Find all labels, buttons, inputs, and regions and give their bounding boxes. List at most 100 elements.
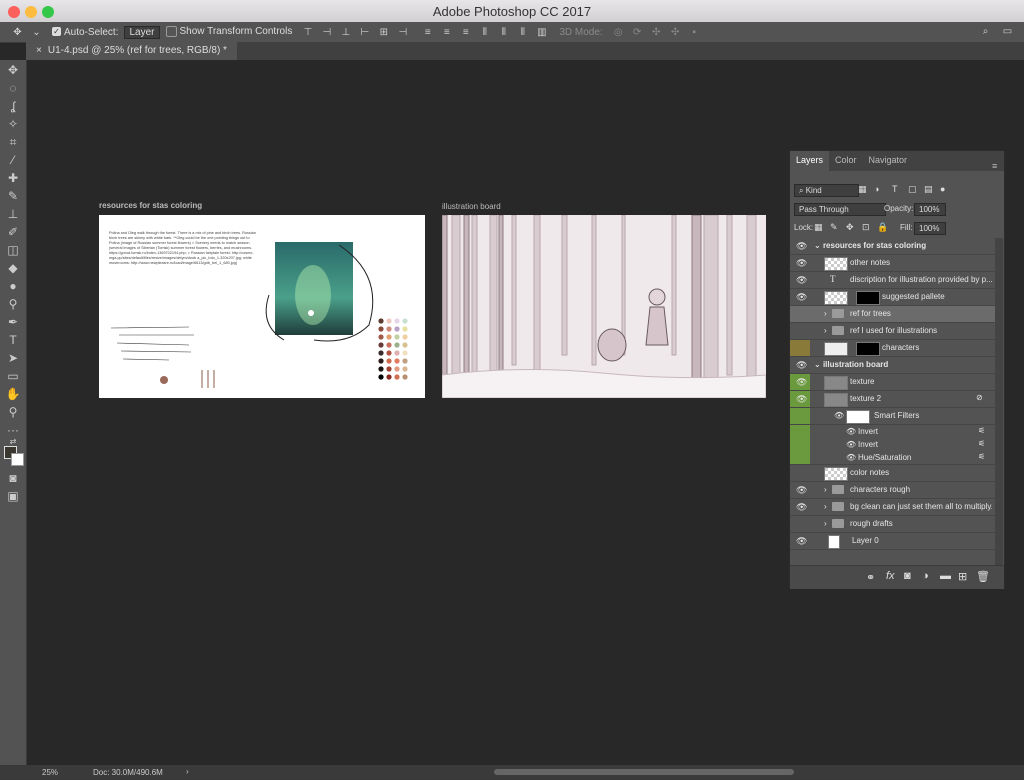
add-mask-icon[interactable]: ◙	[904, 570, 911, 582]
zoom-tool-icon[interactable]: ⚲	[5, 404, 21, 420]
lock-position-icon[interactable]: ✥	[846, 222, 854, 233]
lock-image-icon[interactable]: ✎	[830, 222, 838, 233]
tab-layers[interactable]: Layers	[790, 151, 830, 171]
kind-filter-dropdown[interactable]: ⌕ Kind	[794, 184, 859, 197]
crop-tool-icon[interactable]: ⌗	[5, 134, 21, 150]
3d-orbit-icon[interactable]: ◎	[613, 27, 624, 38]
path-selection-tool-icon[interactable]: ➤	[5, 350, 21, 366]
type-tool-icon[interactable]: T	[5, 332, 21, 348]
healing-brush-tool-icon[interactable]: ✚	[5, 170, 21, 186]
visibility-eye-icon[interactable]: 👁	[796, 394, 807, 404]
align-bottom-icon[interactable]: ⊥	[340, 27, 351, 38]
tool-preset-dropdown-icon[interactable]: ⌄	[31, 27, 42, 38]
layer-color-notes[interactable]: color notes	[790, 465, 995, 482]
layer-group-resources[interactable]: 👁 ⌄ resources for stas coloring	[790, 238, 995, 255]
layer-style-icon[interactable]: fx	[886, 570, 895, 582]
magic-wand-tool-icon[interactable]: ✧	[5, 116, 21, 132]
eraser-tool-icon[interactable]: ◫	[5, 242, 21, 258]
align-left-icon[interactable]: ⊢	[359, 27, 370, 38]
adjustment-layer-icon[interactable]: ◑	[922, 570, 929, 582]
distribute-hcenter-icon[interactable]: ⦀	[498, 27, 509, 38]
adjustment-filter-icon[interactable]: ◑	[874, 184, 879, 194]
blend-mode-dropdown[interactable]: Pass Through	[794, 203, 886, 216]
opacity-input[interactable]: 100%	[914, 203, 946, 216]
layer-other-notes[interactable]: 👁 other notes	[790, 255, 995, 272]
shape-filter-icon[interactable]: ▢	[908, 184, 917, 195]
blur-tool-icon[interactable]: ●	[5, 278, 21, 294]
layers-scrollbar[interactable]	[995, 238, 1003, 565]
background-color-swatch[interactable]	[11, 453, 24, 466]
expand-chevron-icon[interactable]: ›	[824, 485, 827, 494]
3d-drag-icon[interactable]: ✣	[651, 27, 662, 38]
layer-texture-2[interactable]: 👁 texture 2 ⊘	[790, 391, 995, 408]
filter-options-icon[interactable]: ⚟	[978, 439, 985, 448]
layer-0[interactable]: 👁 Layer 0	[790, 533, 995, 550]
fill-input[interactable]: 100%	[914, 222, 946, 235]
dodge-tool-icon[interactable]: ⚲	[5, 296, 21, 312]
layer-texture[interactable]: 👁 texture	[790, 374, 995, 391]
align-right-icon[interactable]: ⊣	[397, 27, 408, 38]
eyedropper-tool-icon[interactable]: ⁄	[5, 152, 21, 168]
expand-chevron-icon[interactable]: ›	[824, 502, 827, 511]
lock-artboard-icon[interactable]: ⊡	[862, 222, 870, 233]
tab-color[interactable]: Color	[829, 151, 863, 171]
visibility-eye-icon[interactable]: 👁	[796, 241, 807, 251]
auto-align-icon[interactable]: ▥	[536, 27, 547, 38]
smart-object-filter-icon[interactable]: ▤	[924, 184, 933, 195]
new-layer-icon[interactable]: ⊞	[958, 570, 967, 583]
pen-tool-icon[interactable]: ✒	[5, 314, 21, 330]
history-brush-tool-icon[interactable]: ✐	[5, 224, 21, 240]
align-top-icon[interactable]: ⊤	[302, 27, 313, 38]
clone-stamp-tool-icon[interactable]: ⊥	[5, 206, 21, 222]
expand-chevron-icon[interactable]: ›	[824, 326, 827, 335]
auto-select-dropdown[interactable]: Layer	[124, 25, 160, 39]
rectangle-tool-icon[interactable]: ▭	[5, 368, 21, 384]
lasso-tool-icon[interactable]: ʆ	[5, 98, 21, 114]
move-tool-icon[interactable]: ✥	[5, 62, 21, 78]
panel-menu-icon[interactable]: ≡	[992, 161, 997, 171]
distribute-right-icon[interactable]: ⦀	[517, 27, 528, 38]
visibility-eye-icon[interactable]: 👁	[796, 360, 807, 370]
link-layers-icon[interactable]: ⚭	[866, 571, 875, 584]
visibility-eye-icon[interactable]: 👁	[796, 258, 807, 268]
filter-invert-2[interactable]: 👁 Invert ⚟	[790, 438, 995, 451]
search-icon[interactable]: ⌕	[980, 26, 991, 37]
screen-mode-icon[interactable]: ▣	[5, 488, 21, 504]
expand-chevron-icon[interactable]: ›	[824, 519, 827, 528]
move-tool-icon[interactable]: ✥	[12, 27, 23, 38]
close-tab-icon[interactable]: ×	[36, 45, 42, 56]
filter-options-icon[interactable]: ⚟	[978, 452, 985, 461]
visibility-eye-icon[interactable]: 👁	[796, 502, 807, 512]
lock-all-icon[interactable]: 🔒	[877, 222, 888, 233]
3d-roll-icon[interactable]: ⟳	[632, 27, 643, 38]
document-tab[interactable]: × U1-4.psd @ 25% (ref for trees, RGB/8) *	[26, 42, 237, 60]
workspace-icon[interactable]: ▭	[1002, 26, 1013, 37]
horizontal-scrollbar[interactable]	[494, 769, 794, 775]
distribute-bottom-icon[interactable]: ≡	[460, 27, 471, 38]
brush-tool-icon[interactable]: ✎	[5, 188, 21, 204]
filter-toggle-icon[interactable]: ●	[940, 184, 945, 194]
layer-bg-clean[interactable]: 👁 › bg clean can just set them all to mu…	[790, 499, 995, 516]
type-filter-icon[interactable]: T	[892, 184, 898, 194]
quick-mask-icon[interactable]: ◙	[5, 470, 21, 486]
visibility-eye-icon[interactable]: 👁	[846, 453, 856, 462]
visibility-eye-icon[interactable]: 👁	[846, 427, 856, 436]
zoom-level[interactable]: 25%	[42, 768, 58, 777]
visibility-eye-icon[interactable]: 👁	[796, 377, 807, 387]
paint-bucket-tool-icon[interactable]: ◆	[5, 260, 21, 276]
visibility-eye-icon[interactable]: 👁	[796, 292, 807, 302]
transform-controls-checkbox[interactable]: Show Transform Controls	[165, 26, 292, 38]
3d-scale-icon[interactable]: ▪	[689, 27, 700, 38]
artboard-illustration[interactable]	[442, 215, 766, 398]
layer-description[interactable]: 👁 T discription for illustration provide…	[790, 272, 995, 289]
align-hcenter-icon[interactable]: ⊞	[378, 27, 389, 38]
smart-filters-row[interactable]: 👁 Smart Filters	[790, 408, 995, 425]
delete-layer-icon[interactable]: 🗑	[976, 570, 990, 583]
filter-hue-saturation[interactable]: 👁 Hue/Saturation ⚟	[790, 451, 995, 465]
visibility-eye-icon[interactable]: 👁	[796, 536, 807, 546]
layer-ref-used[interactable]: › ref I used for illustrations	[790, 323, 995, 340]
auto-select-checkbox[interactable]: ✓ Auto-Select:	[52, 27, 118, 38]
filter-invert-1[interactable]: 👁 Invert ⚟	[790, 425, 995, 438]
layer-group-illustration[interactable]: 👁 ⌄ illustration board	[790, 357, 995, 374]
layer-suggested-pallete[interactable]: 👁 suggested pallete	[790, 289, 995, 306]
